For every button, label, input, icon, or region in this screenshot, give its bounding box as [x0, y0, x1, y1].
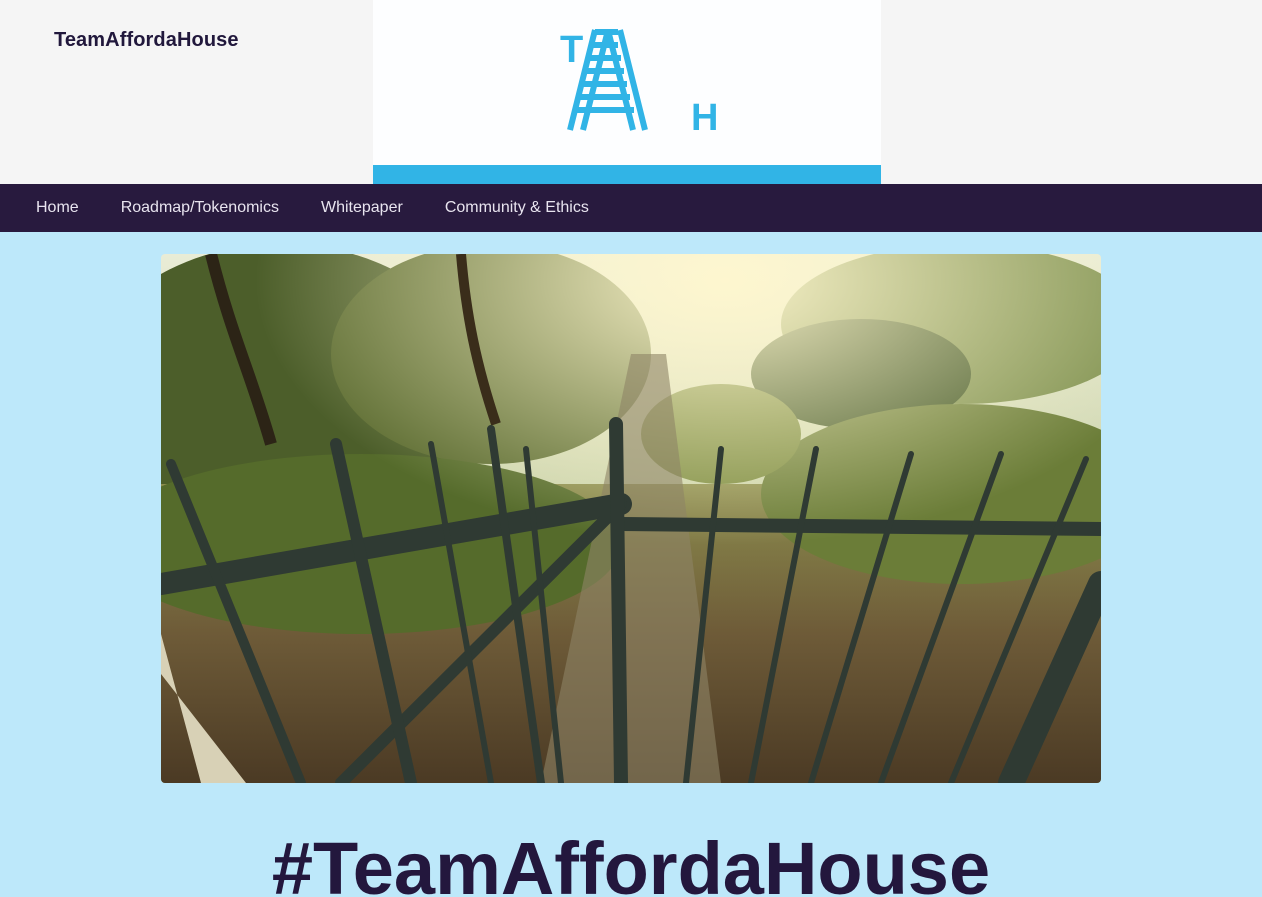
- logo-letter-t: T: [560, 29, 583, 71]
- site-header: TeamAffordaHouse T H: [0, 0, 1262, 184]
- hero-image: [161, 254, 1101, 783]
- logo-letter-h: H: [691, 97, 718, 139]
- logo-bar: [373, 165, 881, 184]
- main-content: #TeamAffordaHouse: [0, 232, 1262, 897]
- nav-item-home[interactable]: Home: [36, 199, 79, 217]
- site-logo[interactable]: T H: [373, 0, 881, 184]
- nav-item-roadmap[interactable]: Roadmap/Tokenomics: [121, 199, 279, 217]
- nav-item-community[interactable]: Community & Ethics: [445, 199, 589, 217]
- nav-item-whitepaper[interactable]: Whitepaper: [321, 199, 403, 217]
- page-heading: #TeamAffordaHouse: [271, 827, 991, 897]
- main-nav: Home Roadmap/Tokenomics Whitepaper Commu…: [0, 184, 1262, 232]
- site-title[interactable]: TeamAffordaHouse: [54, 29, 239, 52]
